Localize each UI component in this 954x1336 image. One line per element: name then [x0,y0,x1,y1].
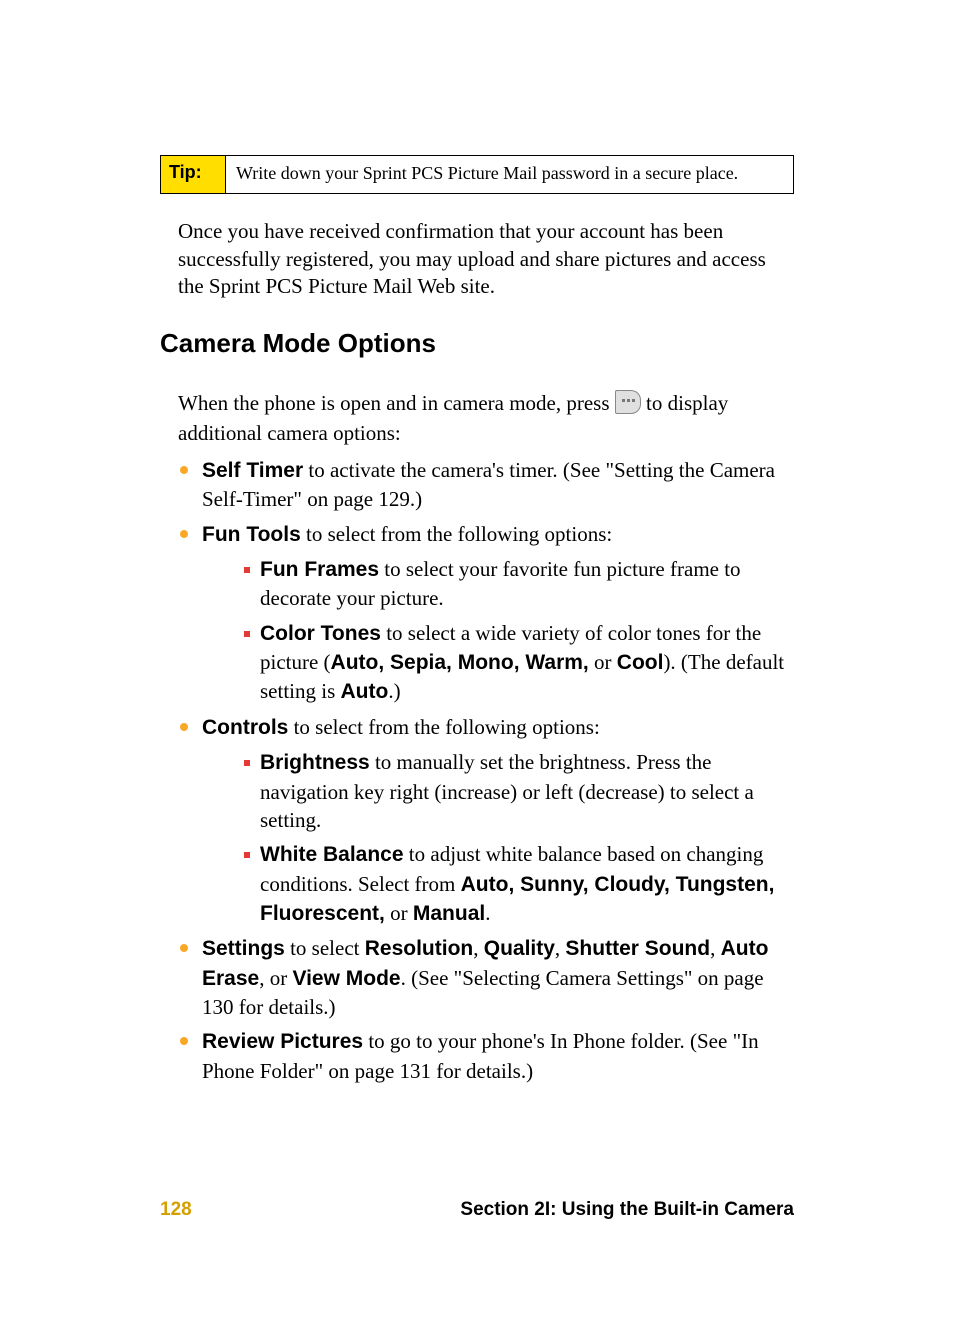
softkey-icon [615,390,641,414]
section-heading: Camera Mode Options [160,328,794,359]
inline-bold: Auto [341,680,389,703]
list-item: Fun Tools to select from the following o… [178,520,794,707]
option-label: Controls [202,716,288,739]
intro-pre: When the phone is open and in camera mod… [178,391,615,415]
footer-section-title: Section 2I: Using the Built-in Camera [460,1199,794,1221]
list-item: Settings to select Resolution, Quality , … [178,934,794,1021]
sub-text: .) [388,679,400,703]
option-label: Review Pictures [202,1030,363,1053]
sub-list-item: Color Tones to select a wide variety of … [242,619,794,707]
option-text: to select [285,936,365,960]
sub-label: Color Tones [260,622,381,645]
option-text: , or [259,966,292,990]
sub-list-item: Brightness to manually set the brightnes… [242,748,794,834]
inline-bold: Manual [413,902,485,925]
tip-label: Tip: [161,156,226,193]
page-number: 128 [160,1199,192,1221]
intro-paragraph: When the phone is open and in camera mod… [178,389,794,448]
list-item: Self Timer to activate the camera's time… [178,456,794,514]
sub-text: or [589,650,617,674]
sub-text: or [385,901,413,925]
options-list: Self Timer to activate the camera's time… [178,456,794,1085]
inline-bold: Quality [484,937,555,960]
list-item: Review Pictures to go to your phone's In… [178,1027,794,1085]
inline-bold: Resolution [365,937,474,960]
sub-list: Fun Frames to select your favorite fun p… [242,555,794,707]
page-footer: 128 Section 2I: Using the Built-in Camer… [160,1199,794,1221]
option-label: Self Timer [202,459,303,482]
option-text: , [710,936,721,960]
sub-text: . [485,901,490,925]
option-text: , [473,936,484,960]
sub-list-item: White Balance to adjust white balance ba… [242,840,794,928]
option-text: to select from the following options: [288,715,599,739]
inline-bold: Shutter Sound [565,937,710,960]
inline-bold: Cool [617,651,664,674]
sub-label: White Balance [260,843,404,866]
option-text: to select from the following options: [301,522,612,546]
sub-list-item: Fun Frames to select your favorite fun p… [242,555,794,613]
sub-label: Brightness [260,751,370,774]
list-item: Controls to select from the following op… [178,713,794,928]
sub-list: Brightness to manually set the brightnes… [242,748,794,928]
inline-bold: View Mode [292,967,400,990]
option-label: Fun Tools [202,523,301,546]
sub-label: Fun Frames [260,558,379,581]
option-text: , [555,936,566,960]
confirmation-paragraph: Once you have received confirmation that… [178,218,794,300]
inline-bold: Auto, Sepia, Mono, Warm, [331,651,589,674]
option-label: Settings [202,937,285,960]
tip-content: Write down your Sprint PCS Picture Mail … [226,156,748,193]
tip-box: Tip: Write down your Sprint PCS Picture … [160,155,794,194]
